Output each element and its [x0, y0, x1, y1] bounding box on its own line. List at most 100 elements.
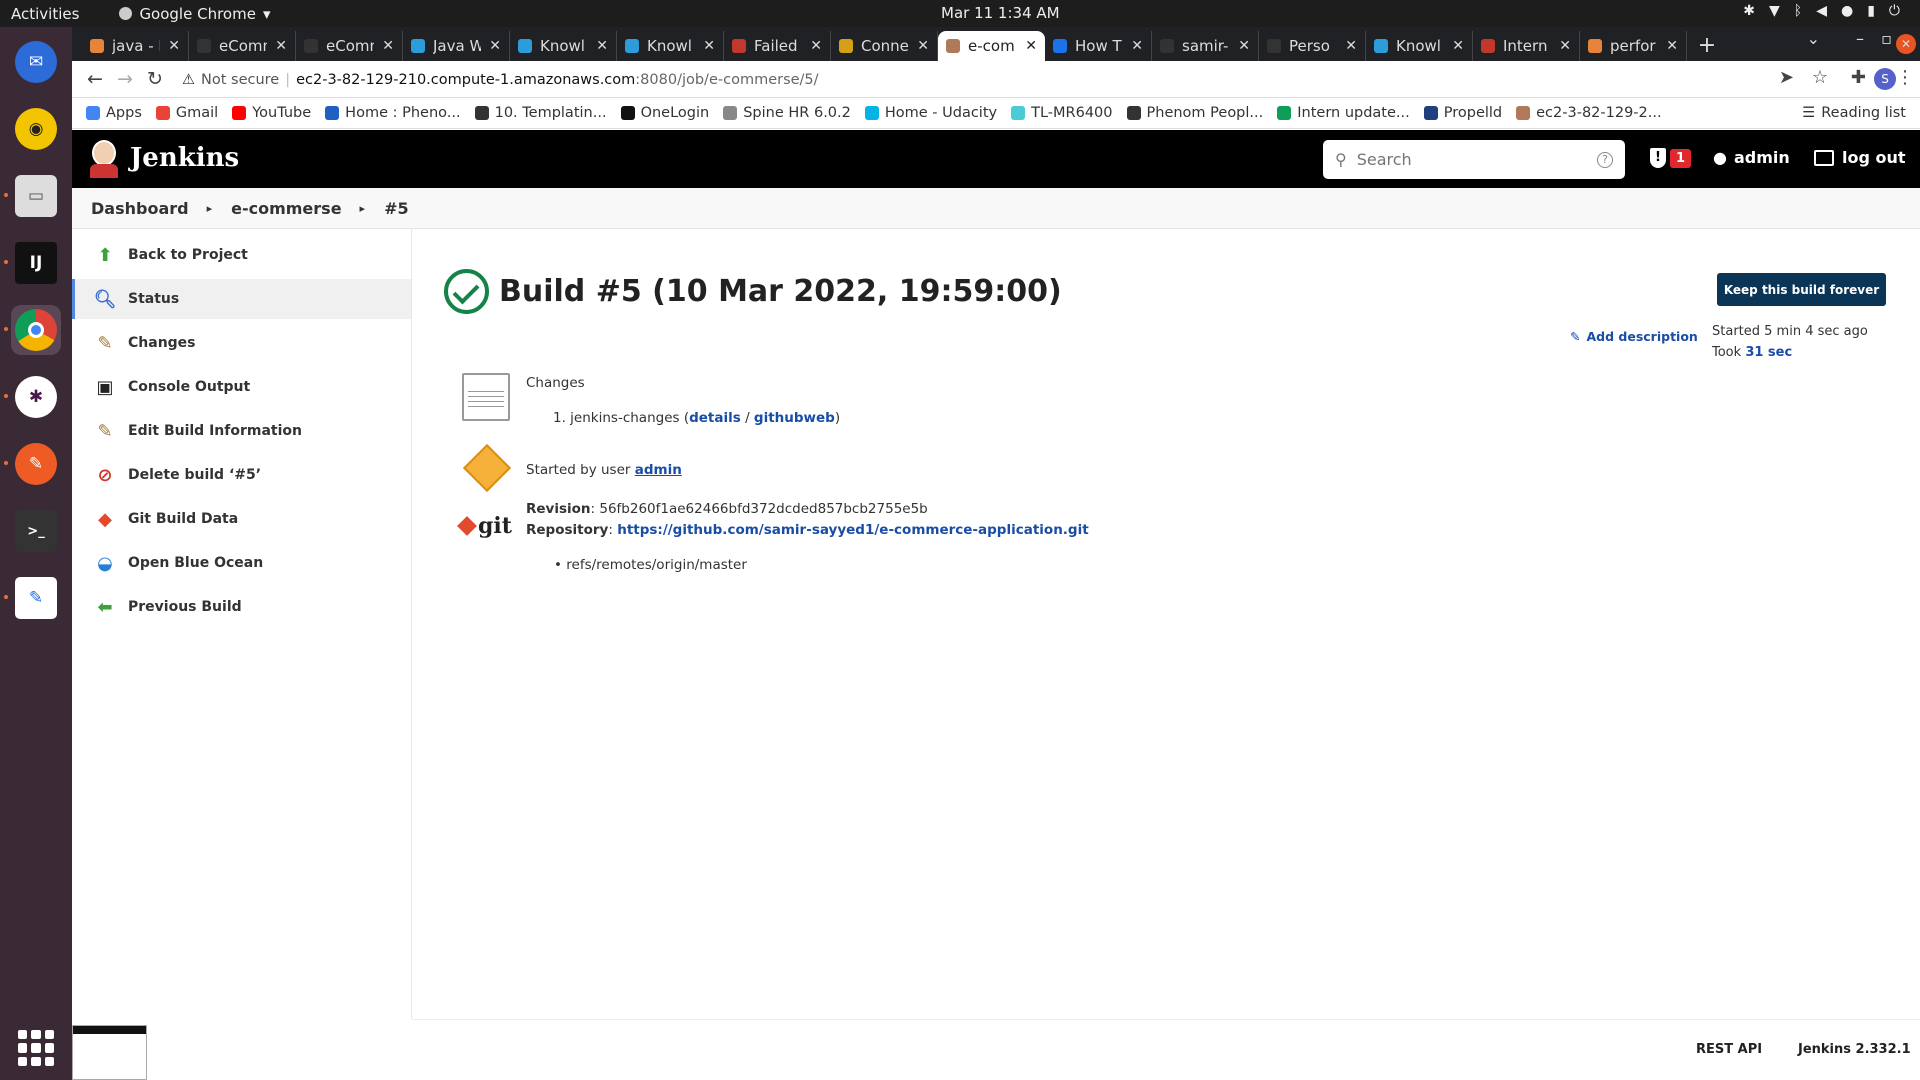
task-back-to-project[interactable]: ⬆ Back to Project: [72, 235, 411, 275]
task-console-output[interactable]: ▣ Console Output: [72, 367, 411, 407]
activities-button[interactable]: Activities: [11, 5, 79, 23]
browser-tab[interactable]: Intern ✕: [1473, 31, 1580, 61]
change-details-link[interactable]: details: [689, 410, 741, 426]
browser-tab[interactable]: Conne ✕: [831, 31, 938, 61]
bookmark-item[interactable]: Apps: [86, 105, 142, 121]
app-menu[interactable]: Google Chrome ▾: [119, 5, 270, 23]
browser-tab[interactable]: e-com ✕: [938, 31, 1045, 61]
minimize-icon[interactable]: –: [1856, 29, 1864, 48]
browser-tab[interactable]: eComm ✕: [189, 31, 296, 61]
browser-tab[interactable]: Knowl ✕: [617, 31, 724, 61]
extensions-icon[interactable]: ✚: [1851, 67, 1866, 88]
breadcrumb-item[interactable]: e-commerse: [231, 199, 341, 218]
search-help-icon[interactable]: ?: [1597, 151, 1613, 168]
tab-close-icon[interactable]: ✕: [1452, 38, 1464, 54]
tab-close-icon[interactable]: ✕: [1666, 38, 1678, 54]
dock-thunderbird[interactable]: ✉: [11, 37, 61, 87]
browser-tab[interactable]: Failed ✕: [724, 31, 831, 61]
tab-close-icon[interactable]: ✕: [382, 38, 394, 54]
task-edit-build-information[interactable]: ✎ Edit Build Information: [72, 411, 411, 451]
dock-text-editor[interactable]: ✎: [11, 573, 61, 623]
bookmark-item[interactable]: 10. Templatin...: [474, 105, 607, 121]
breadcrumb-item[interactable]: #5: [384, 199, 409, 218]
dock-slack[interactable]: ✱: [11, 372, 61, 422]
browser-tab[interactable]: Knowl ✕: [1366, 31, 1473, 61]
tab-search-icon[interactable]: ⌄: [1807, 29, 1820, 48]
tab-close-icon[interactable]: ✕: [1238, 38, 1250, 54]
started-by-user-link[interactable]: admin: [635, 462, 682, 478]
keep-build-forever-button[interactable]: Keep this build forever: [1717, 273, 1886, 306]
show-apps-icon[interactable]: [18, 1030, 54, 1066]
browser-tab[interactable]: java - H ✕: [82, 31, 189, 61]
dock-terminal[interactable]: >_: [11, 506, 61, 556]
tab-close-icon[interactable]: ✕: [703, 38, 715, 54]
bookmark-item[interactable]: YouTube: [232, 105, 311, 121]
tab-close-icon[interactable]: ✕: [1345, 38, 1357, 54]
dock-files[interactable]: ▭: [11, 171, 61, 221]
bookmark-item[interactable]: OneLogin: [620, 105, 709, 121]
browser-tab[interactable]: Java W ✕: [403, 31, 510, 61]
task-git-build-data[interactable]: ◆ Git Build Data: [72, 499, 411, 539]
window-preview-thumbnail[interactable]: [72, 1025, 147, 1080]
search-box[interactable]: ⚲ ?: [1323, 140, 1625, 179]
browser-tab[interactable]: samir- ✕: [1152, 31, 1259, 61]
task-previous-build[interactable]: ⬅ Previous Build: [72, 587, 411, 627]
browser-tab[interactable]: Perso ✕: [1259, 31, 1366, 61]
bookmark-item[interactable]: Gmail: [155, 105, 218, 121]
profile-avatar[interactable]: S: [1874, 68, 1896, 90]
bookmark-star-icon[interactable]: ☆: [1812, 67, 1828, 88]
browser-tab[interactable]: eComm ✕: [296, 31, 403, 61]
logout-link[interactable]: log out: [1814, 148, 1906, 167]
user-link[interactable]: ● admin: [1713, 148, 1790, 167]
tab-close-icon[interactable]: ✕: [917, 38, 929, 54]
reload-button[interactable]: ↻: [140, 68, 170, 90]
new-tab-button[interactable]: +: [1687, 31, 1727, 61]
bookmark-item[interactable]: Home : Pheno...: [325, 105, 461, 121]
dock-rhythmbox[interactable]: ◉: [11, 104, 61, 154]
dock-chrome[interactable]: [11, 305, 61, 355]
tab-close-icon[interactable]: ✕: [275, 38, 287, 54]
bookmark-item[interactable]: Intern update...: [1277, 105, 1410, 121]
tab-close-icon[interactable]: ✕: [810, 38, 822, 54]
forward-button[interactable]: →: [110, 68, 140, 90]
dock-postman[interactable]: ✎: [11, 439, 61, 489]
system-tray[interactable]: ✱ ▼ ᛒ ◀ ● ▮ ⏻: [1743, 3, 1900, 19]
send-icon[interactable]: ➤: [1779, 67, 1794, 88]
security-indicator[interactable]: Not secure: [201, 72, 279, 88]
task-changes[interactable]: ✎ Changes: [72, 323, 411, 363]
address-bar[interactable]: ⚠ Not secure | ec2-3-82-129-210.compute-…: [182, 65, 1542, 94]
tab-close-icon[interactable]: ✕: [489, 38, 501, 54]
jenkins-version-link[interactable]: Jenkins 2.332.1: [1798, 1042, 1911, 1057]
build-duration-link[interactable]: 31 sec: [1745, 345, 1792, 360]
tab-close-icon[interactable]: ✕: [596, 38, 608, 54]
tab-close-icon[interactable]: ✕: [1025, 38, 1037, 54]
breadcrumb-item[interactable]: Dashboard: [91, 199, 189, 218]
bookmark-item[interactable]: TL-MR6400: [1011, 105, 1113, 121]
browser-tab[interactable]: perfor ✕: [1580, 31, 1687, 61]
security-alert[interactable]: ! 1: [1650, 148, 1692, 168]
tab-close-icon[interactable]: ✕: [168, 38, 180, 54]
close-window-icon[interactable]: ✕: [1896, 34, 1916, 54]
tab-close-icon[interactable]: ✕: [1559, 38, 1571, 54]
bookmark-item[interactable]: Home - Udacity: [864, 105, 997, 121]
back-button[interactable]: ←: [80, 68, 110, 90]
bookmark-item[interactable]: Propelld: [1423, 105, 1502, 121]
search-input[interactable]: [1356, 150, 1587, 169]
task-open-blue-ocean[interactable]: ◒ Open Blue Ocean: [72, 543, 411, 583]
task-status[interactable]: 🔍︎ Status: [72, 279, 411, 319]
browser-tab[interactable]: How T ✕: [1045, 31, 1152, 61]
rest-api-link[interactable]: REST API: [1696, 1042, 1762, 1057]
bookmark-item[interactable]: ec2-3-82-129-2...: [1516, 105, 1662, 121]
change-githubweb-link[interactable]: githubweb: [754, 410, 835, 426]
add-description-link[interactable]: ✎ Add description: [1570, 329, 1698, 344]
reading-list[interactable]: ☰ Reading list: [1802, 105, 1906, 121]
dock-intellij[interactable]: IJ: [11, 238, 61, 288]
repository-link[interactable]: https://github.com/samir-sayyed1/e-comme…: [617, 522, 1088, 538]
task-delete-build-5[interactable]: ⊘ Delete build ‘#5’: [72, 455, 411, 495]
browser-tab[interactable]: Knowl ✕: [510, 31, 617, 61]
tab-close-icon[interactable]: ✕: [1131, 38, 1143, 54]
bookmark-item[interactable]: Spine HR 6.0.2: [723, 105, 851, 121]
jenkins-home-link[interactable]: Jenkins: [88, 138, 239, 178]
bookmark-item[interactable]: Phenom Peopl...: [1126, 105, 1263, 121]
clock[interactable]: Mar 11 1:34 AM: [941, 4, 1060, 22]
